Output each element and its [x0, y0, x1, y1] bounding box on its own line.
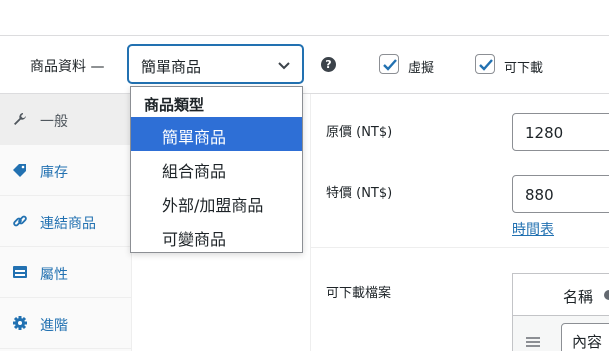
downloadable-files-table: 名稱 內容	[512, 273, 609, 351]
tab-attributes[interactable]: 屬性	[0, 247, 132, 298]
file-name-input[interactable]: 內容	[561, 323, 609, 351]
option-external-product[interactable]: 外部/加盟商品	[131, 185, 302, 219]
tab-label: 連結商品	[40, 216, 96, 232]
option-variable-product[interactable]: 可變商品	[131, 219, 302, 253]
regular-price-label: 原價 (NT$)	[326, 125, 393, 140]
product-type-select[interactable]: 簡單商品	[128, 45, 303, 83]
downloadable-checkbox[interactable]	[475, 54, 495, 74]
sale-price-input[interactable]: 880	[512, 175, 609, 213]
panel-divider	[310, 94, 311, 351]
tab-label: 庫存	[40, 165, 68, 181]
chevron-down-icon	[278, 62, 290, 70]
help-icon[interactable]: ?	[321, 57, 336, 72]
file-name-value: 內容	[572, 333, 603, 351]
option-simple-product[interactable]: 簡單商品	[131, 117, 302, 151]
tab-label: 一般	[40, 114, 68, 130]
help-tip-icon[interactable]	[604, 290, 609, 300]
tab-label: 屬性	[40, 267, 68, 283]
schedule-link[interactable]: 時間表	[512, 219, 554, 239]
product-type-dropdown: 商品類型 簡單商品 組合商品 外部/加盟商品 可變商品	[130, 86, 303, 253]
option-label: 簡單商品	[162, 128, 227, 147]
tab-advanced[interactable]: 進階	[0, 298, 132, 349]
table-icon	[13, 266, 27, 278]
tab-inventory[interactable]: 庫存	[0, 145, 132, 196]
product-data-header: 商品資料 — 簡單商品 ? 虛擬 可下載	[0, 36, 609, 94]
link-icon	[13, 215, 27, 227]
wrench-icon	[14, 113, 26, 125]
regular-price-value: 1280	[525, 124, 564, 142]
sale-price-value: 880	[525, 186, 554, 204]
table-row: 內容	[513, 316, 609, 351]
option-label: 組合商品	[162, 162, 227, 181]
checkmark-icon	[383, 59, 397, 71]
dropdown-group-label: 商品類型	[144, 96, 205, 114]
option-label: 外部/加盟商品	[162, 196, 264, 215]
virtual-checkbox[interactable]	[379, 54, 399, 74]
column-name-header: 名稱	[563, 288, 594, 306]
top-band	[0, 0, 609, 36]
product-data-label: 商品資料 —	[30, 59, 105, 75]
downloadable-label: 可下載	[504, 61, 544, 76]
section-divider	[311, 247, 609, 248]
checkmark-icon	[479, 59, 493, 71]
virtual-label: 虛擬	[408, 61, 435, 76]
downloadable-files-label: 可下載檔案	[326, 286, 392, 301]
option-grouped-product[interactable]: 組合商品	[131, 151, 302, 185]
tab-linked-products[interactable]: 連結商品	[0, 196, 132, 247]
drag-handle-icon[interactable]	[526, 337, 540, 347]
product-data-tabs: 一般 庫存 連結商品 屬性 進階	[0, 94, 132, 351]
table-header: 名稱	[513, 274, 609, 316]
product-type-value: 簡單商品	[141, 58, 202, 76]
tag-icon	[13, 164, 26, 177]
regular-price-input[interactable]: 1280	[512, 113, 609, 151]
sale-price-label: 特價 (NT$)	[326, 186, 393, 201]
option-label: 可變商品	[162, 230, 227, 249]
tab-label: 進階	[40, 318, 68, 334]
tab-general[interactable]: 一般	[0, 94, 132, 145]
gear-icon	[13, 316, 27, 330]
